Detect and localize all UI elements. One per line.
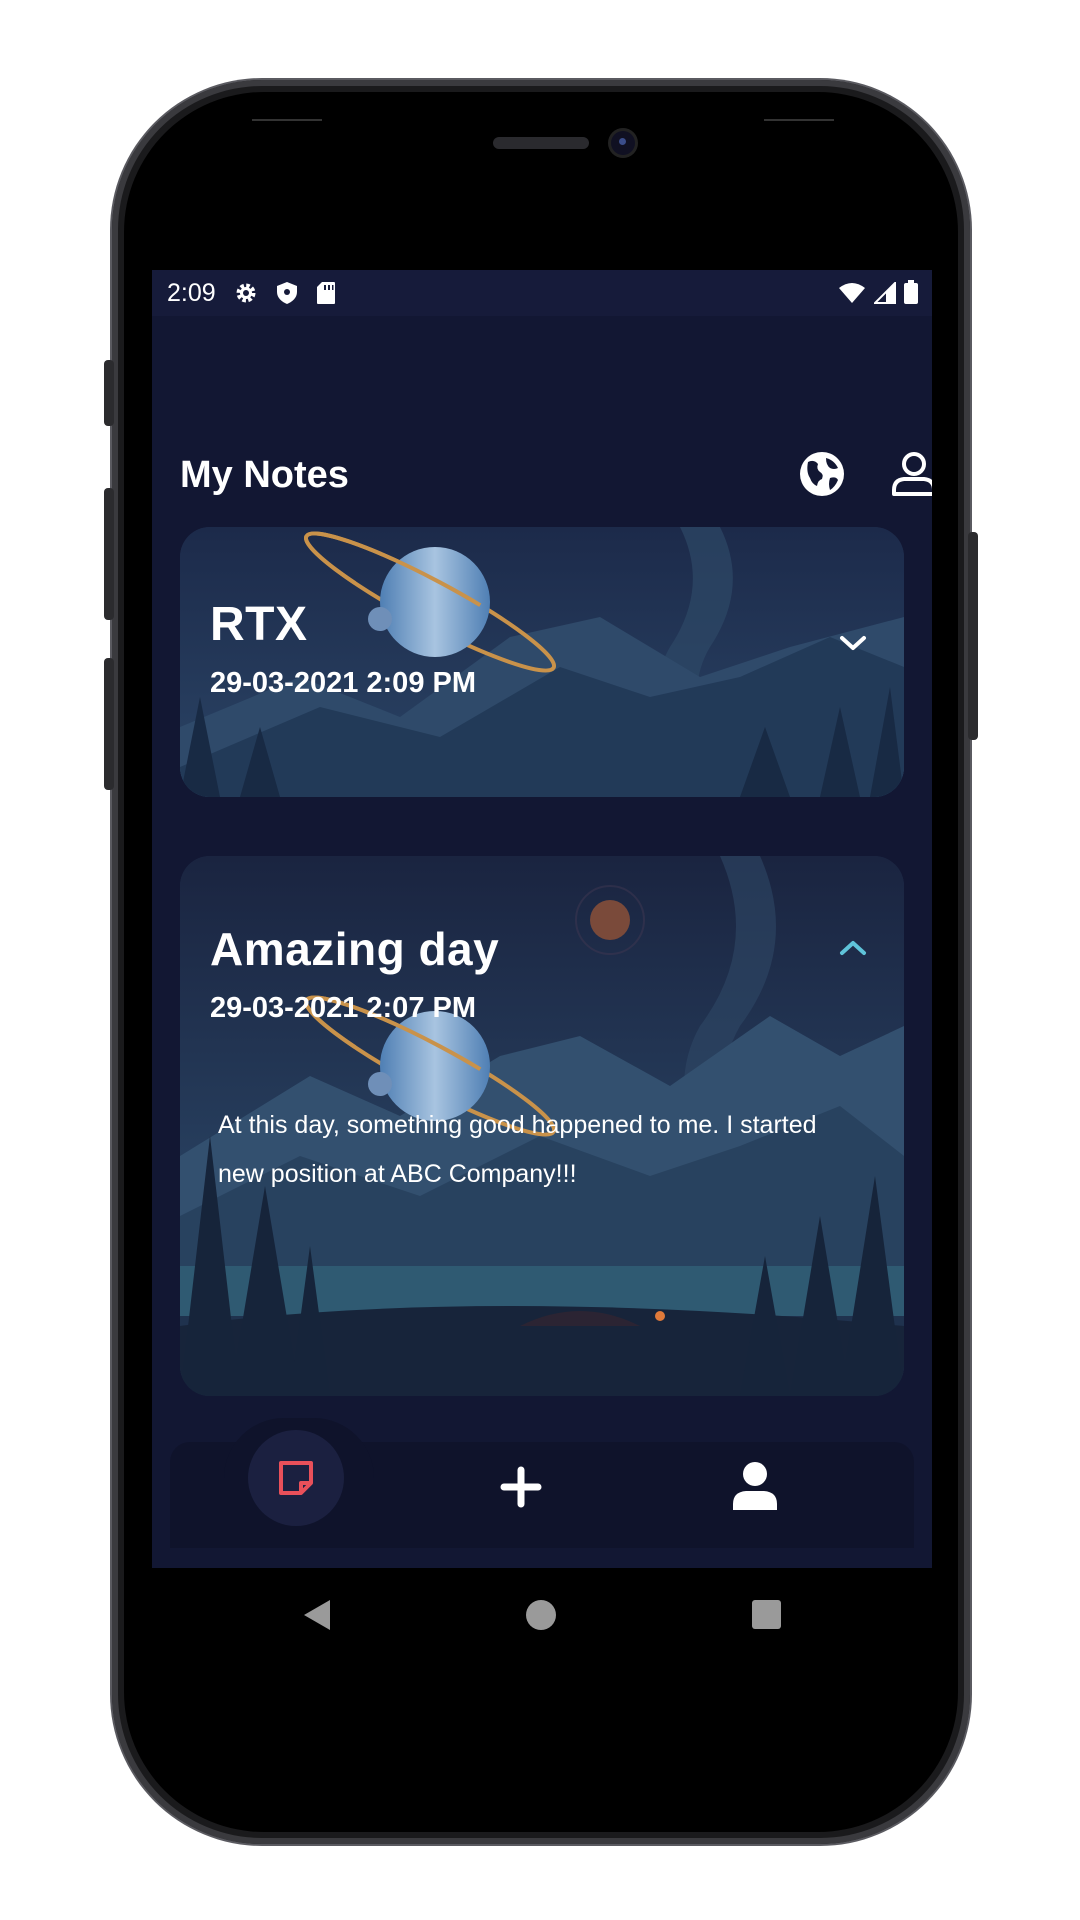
note-body: At this day, something good happened to … (218, 1111, 817, 1188)
gear-icon (234, 281, 258, 305)
top-bezel-line-left (252, 119, 322, 121)
chevron-down-icon[interactable] (836, 631, 870, 655)
side-button (104, 360, 114, 426)
card-background-illustration (180, 527, 904, 797)
add-icon (500, 1466, 542, 1508)
signal-icon (872, 280, 896, 310)
note-date: 29-03-2021 2:09 PM (210, 667, 476, 699)
back-icon[interactable] (300, 1598, 334, 1632)
recents-icon[interactable] (752, 1600, 781, 1629)
status-time: 2:09 (167, 278, 216, 307)
top-bezel-line-right (764, 119, 834, 121)
nav-add-button[interactable] (498, 1464, 544, 1510)
notes-icon (279, 1461, 313, 1495)
front-camera (611, 131, 635, 155)
page-title: My Notes (180, 454, 349, 496)
nav-notes-button[interactable] (248, 1430, 344, 1526)
globe-button[interactable] (798, 450, 846, 498)
nav-user-button[interactable] (730, 1460, 780, 1512)
note-date: 29-03-2021 2:07 PM (210, 992, 476, 1024)
note-title: Amazing day (210, 923, 500, 975)
battery-icon (904, 280, 918, 310)
profile-button[interactable] (890, 450, 932, 498)
home-icon[interactable] (526, 1600, 556, 1630)
volume-up-button (104, 488, 114, 620)
sd-card-icon (316, 281, 336, 305)
note-title: RTX (210, 598, 308, 651)
power-button (968, 532, 978, 740)
chevron-up-icon[interactable] (836, 936, 870, 960)
status-bar: 2:09 (152, 270, 932, 316)
note-card[interactable]: RTX 29-03-2021 2:09 PM (180, 527, 904, 797)
app-header: My Notes (180, 450, 932, 510)
user-icon (733, 1462, 777, 1510)
earpiece (493, 137, 589, 149)
wifi-icon (838, 281, 866, 310)
shield-icon (276, 281, 298, 305)
volume-down-button (104, 658, 114, 790)
app-screen: 2:09 My Notes RTX 29-03-2021 2:09 PM Ama… (152, 270, 932, 1568)
profile-icon (892, 452, 932, 496)
globe-icon (800, 452, 844, 496)
note-card[interactable]: Amazing day 29-03-2021 2:07 PM At this d… (180, 856, 904, 1396)
